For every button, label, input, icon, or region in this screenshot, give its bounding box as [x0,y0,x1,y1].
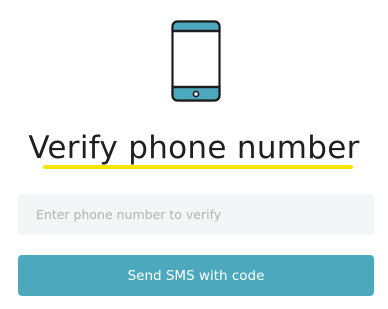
send-sms-button[interactable]: Send SMS with code [18,255,374,296]
verify-phone-page: Verify phone number Send SMS with code [0,0,388,309]
title-underline [43,165,353,169]
phone-number-input[interactable] [18,194,374,235]
smartphone-icon [171,20,221,102]
page-title: Verify phone number [28,130,360,166]
